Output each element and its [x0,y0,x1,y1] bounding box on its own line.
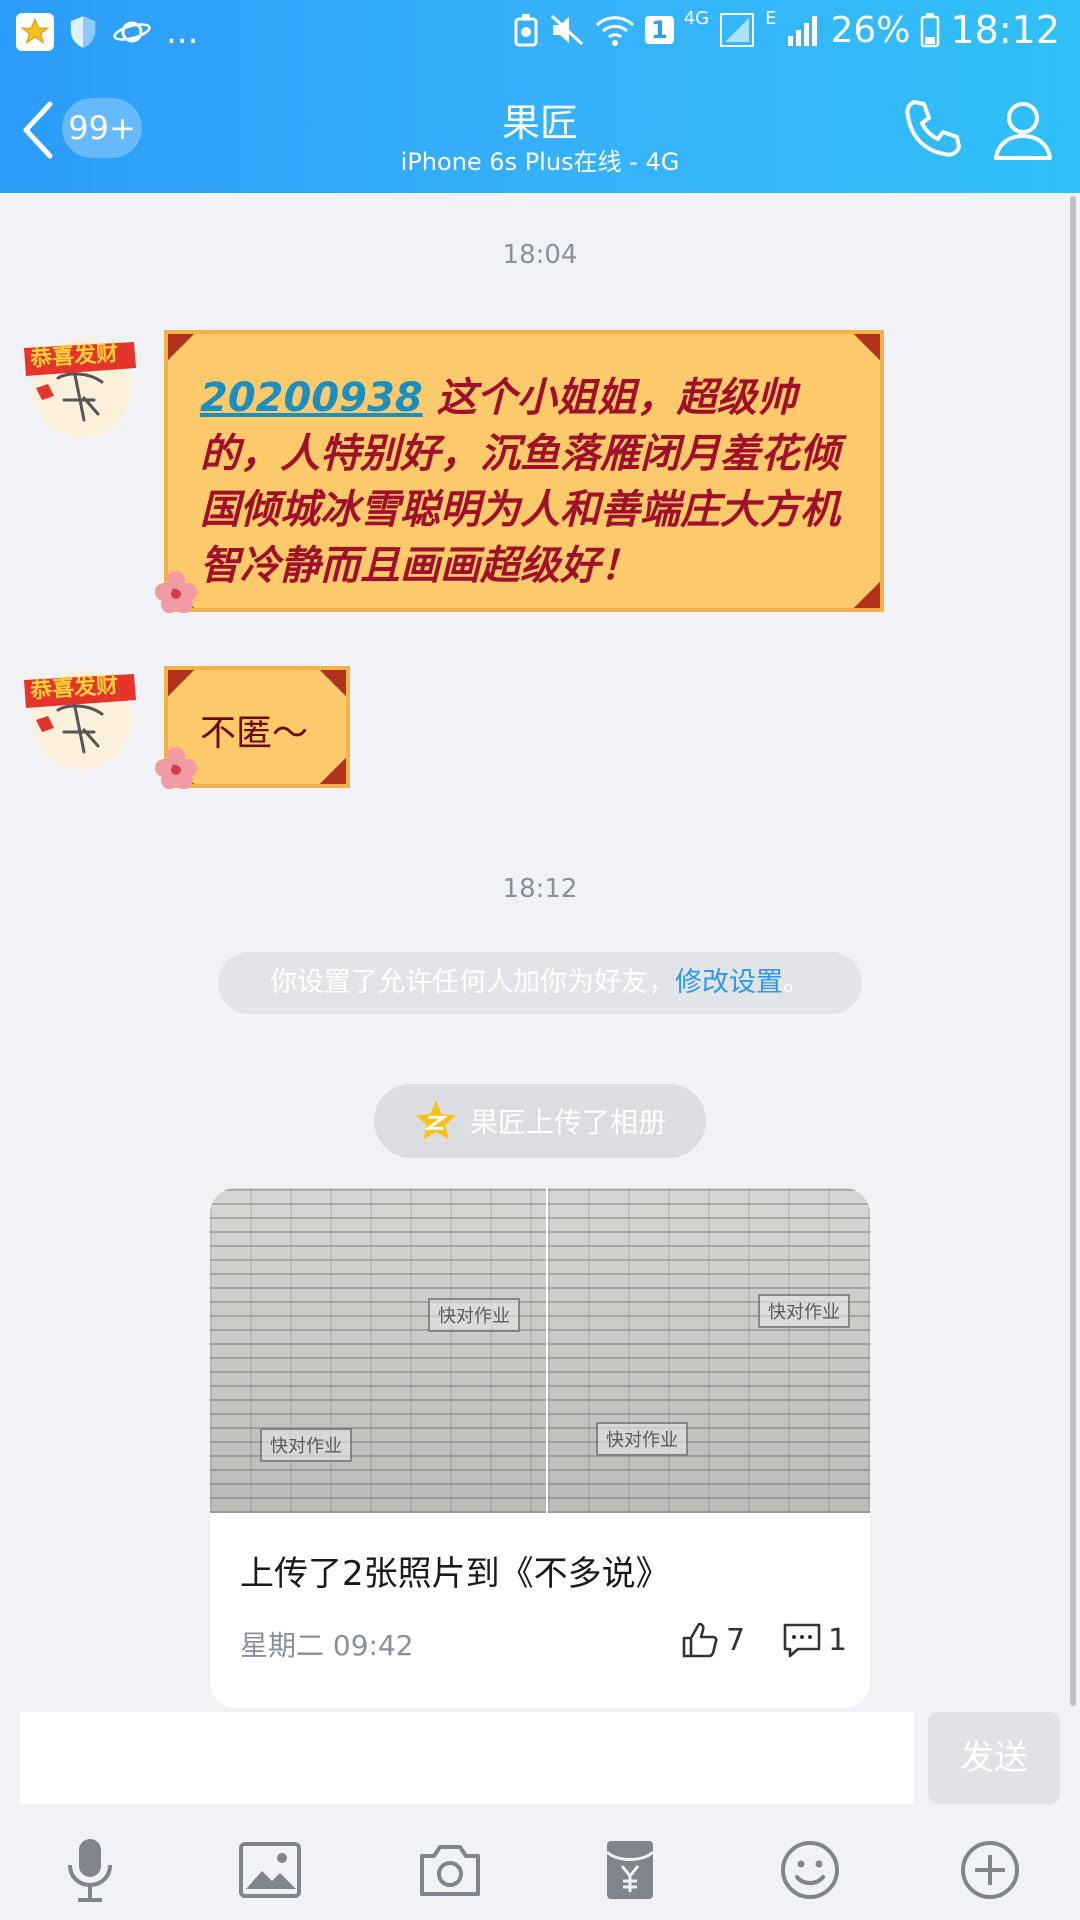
camera-icon[interactable] [410,1830,490,1910]
planet-icon [112,17,152,47]
album-photo[interactable]: 快对作业 快对作业 [210,1188,546,1513]
send-button[interactable]: 发送 [928,1712,1060,1804]
bubble-corner [854,334,880,360]
photo-watermark: 快对作业 [596,1422,688,1456]
like-button[interactable]: 7 [680,1620,745,1660]
network-e: E [765,8,777,29]
emoji-icon[interactable] [770,1830,850,1910]
recycle-icon [513,13,539,47]
worksheet-image [548,1188,870,1513]
message-text: 不匿～ [200,713,309,754]
thumbs-up-icon [682,1622,718,1658]
image-icon[interactable] [230,1830,310,1910]
bubble-corner [320,758,346,784]
battery-icon [920,12,940,48]
signal-icon [719,12,755,48]
bubble-corner [168,334,194,360]
shield-icon [68,15,98,49]
profile-button[interactable] [990,96,1056,162]
album-photo[interactable]: 快对作业 快对作业 [548,1188,870,1513]
message-text: 20200938 这个小姐姐，超级帅的，人特别好，沉鱼落雁闭月羞花倾国倾城冰雪聪… [200,370,850,594]
plum-blossom-icon [155,747,197,789]
plum-blossom-icon [155,571,197,613]
avatar-label: 恭喜发财 [29,672,119,705]
phone-call-button[interactable] [900,96,966,162]
message-input[interactable] [20,1712,914,1804]
more-notifications: ... [166,12,199,52]
photo-watermark: 快对作业 [260,1428,352,1462]
album-notice-text: 果匠上传了相册 [469,1106,666,1139]
album-card[interactable]: 快对作业 快对作业 快对作业 快对作业 上传了2张照片到《不多说》 星期二 09… [210,1188,870,1708]
bubble-corner [320,670,346,696]
album-date: 星期二 09:42 [240,1629,414,1662]
sim-badge: 1 [644,16,674,44]
worksheet-image [210,1188,546,1513]
message-timestamp: 18:04 [502,240,578,270]
wifi-icon [595,13,635,47]
message-bubble[interactable]: 不匿～ [155,666,350,789]
notice-text: 你设置了允许任何人加你为好友， [270,967,675,998]
comment-button[interactable]: 1 [782,1620,847,1660]
sender-avatar[interactable]: 恭喜发财 [18,650,140,772]
avatar-label: 恭喜发财 [29,340,119,373]
clock: 18:12 [950,8,1060,52]
mute-icon [549,13,585,47]
red-packet-icon[interactable] [590,1830,670,1910]
qq-star-icon [16,13,54,51]
comment-icon [783,1623,821,1658]
status-bar: ... 1 4G E 26% 18:12 [0,0,1080,66]
scrollbar[interactable] [1070,196,1076,1706]
notice-end: 。 [783,967,810,998]
input-toolbar [0,1830,1080,1920]
like-count: 7 [726,1622,746,1658]
album-description: 上传了2张照片到《不多说》 [240,1554,670,1594]
microphone-icon[interactable] [50,1830,130,1910]
system-notice: 你设置了允许任何人加你为好友，修改设置。 [218,952,862,1014]
battery-percent: 26% [830,9,911,51]
signal-bars-icon [786,14,820,46]
modify-settings-link[interactable]: 修改设置 [675,967,783,998]
message-timestamp: 18:12 [502,874,578,904]
photo-watermark: 快对作业 [428,1298,520,1332]
plus-icon[interactable] [950,1830,1030,1910]
photo-watermark: 快对作业 [758,1294,850,1328]
network-4g: 4G [683,8,710,29]
album-upload-notice[interactable]: 果匠上传了相册 [374,1084,706,1158]
message-bubble[interactable]: 20200938 这个小姐姐，超级帅的，人特别好，沉鱼落雁闭月羞花倾国倾城冰雪聪… [155,330,884,613]
comment-count: 1 [828,1622,848,1658]
mention-link[interactable]: 20200938 [200,375,423,421]
bubble-corner [854,582,880,608]
qzone-star-icon [415,1100,457,1140]
sender-avatar[interactable]: 恭喜发财 [18,318,140,440]
bubble-corner [168,670,194,696]
chat-header: ... 1 4G E 26% 18:12 99+ 果匠 iPhone 6s Pl… [0,0,1080,193]
